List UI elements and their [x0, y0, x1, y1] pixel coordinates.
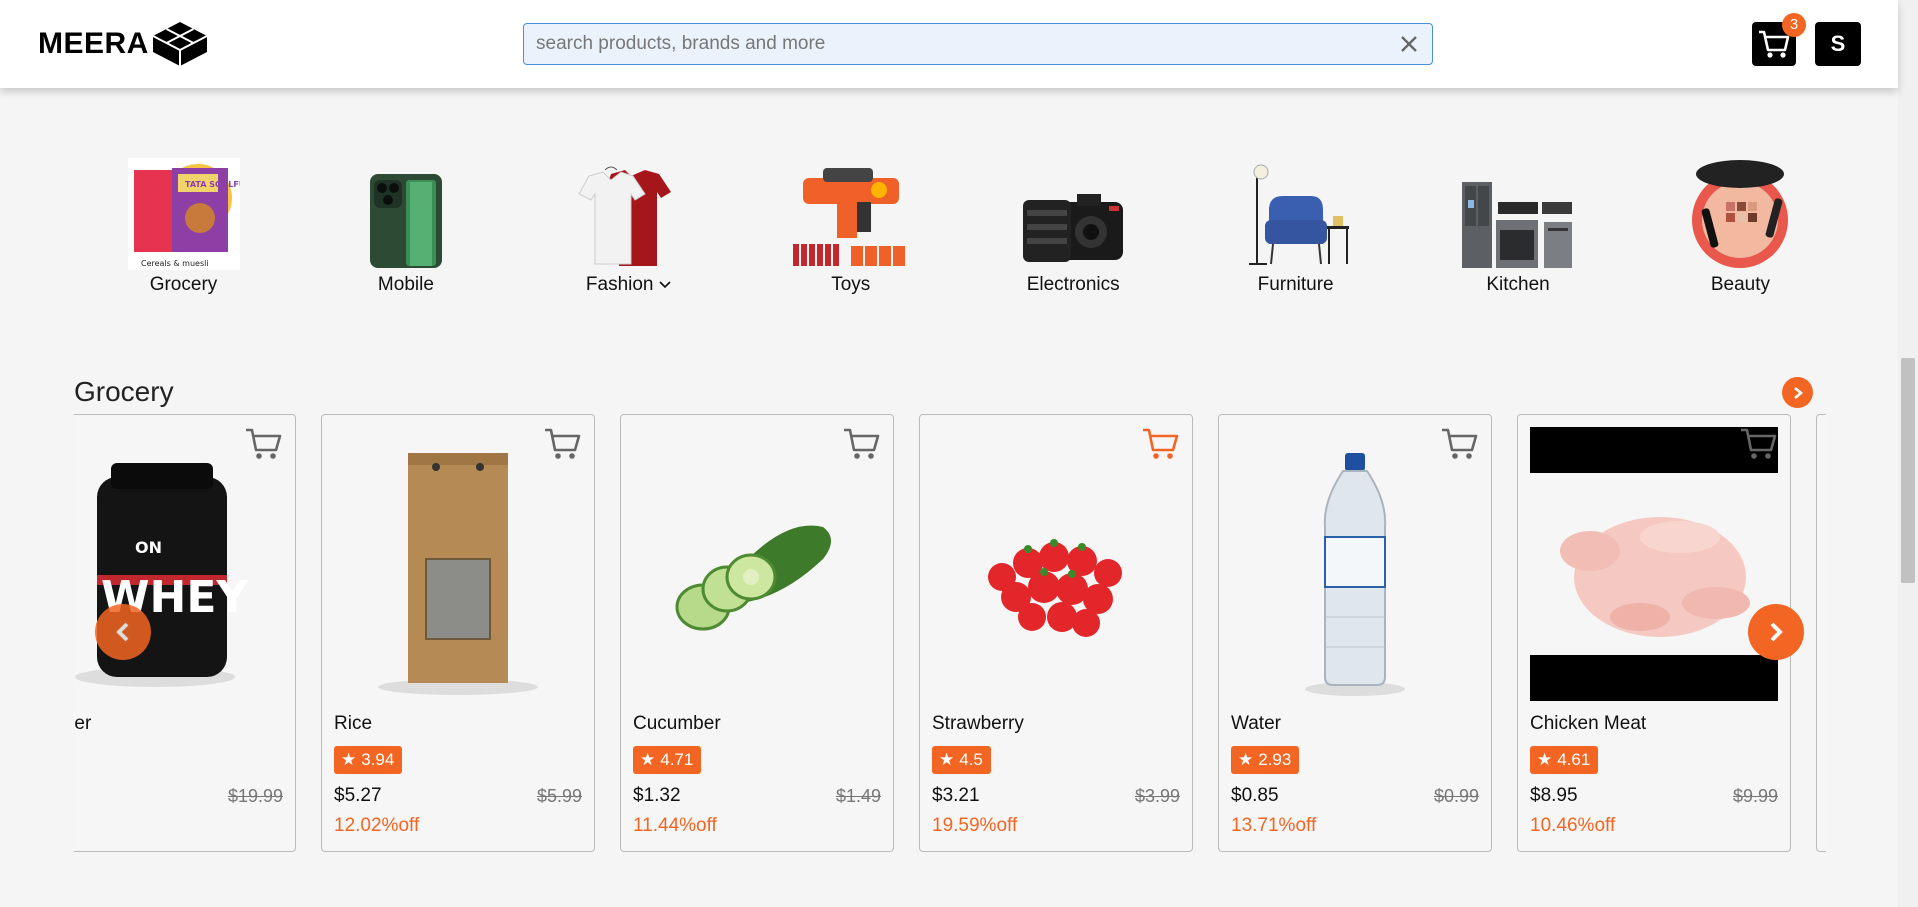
- category-strip: TATA SOULFULL Cereals & muesli Grocery M…: [74, 150, 1850, 300]
- rating-badge: ★ 3.94: [334, 746, 403, 774]
- grocery-caption: Cereals & muesli: [141, 259, 209, 268]
- logo-text: MEERA: [38, 27, 149, 60]
- page-scrollbar[interactable]: [1898, 0, 1918, 907]
- carousel-prev-button[interactable]: [95, 604, 151, 660]
- category-label: Kitchen: [1486, 274, 1550, 295]
- see-all-button[interactable]: [1782, 377, 1813, 408]
- product-name: Cucumber: [633, 713, 721, 734]
- discount-text: 12.02%off: [334, 815, 420, 836]
- furniture-image: [1236, 150, 1356, 270]
- product-image: [633, 427, 881, 707]
- category-label: Mobile: [377, 274, 434, 295]
- product-price: $0.85: [1231, 785, 1279, 806]
- rating-value: 3.94: [361, 750, 395, 769]
- rating-badge: ★ 4.71: [633, 746, 702, 774]
- category-fashion[interactable]: Fashion: [519, 150, 738, 300]
- category-label: Toys: [831, 274, 871, 295]
- original-price: $3.99: [1134, 786, 1180, 806]
- chevron-right-icon: [1770, 622, 1783, 642]
- rating-value: 4.5: [959, 750, 983, 769]
- makeup-image: [1680, 150, 1800, 270]
- shirts-image: [568, 150, 688, 270]
- original-price: $19.99: [227, 786, 283, 806]
- product-image: [932, 427, 1180, 707]
- logo[interactable]: MEERA: [38, 20, 209, 68]
- camera-image: [1013, 150, 1133, 270]
- appliances-image: [1458, 150, 1578, 270]
- category-kitchen[interactable]: Kitchen: [1409, 150, 1628, 300]
- product-price: $1.32: [633, 785, 681, 806]
- original-price: $0.99: [1433, 786, 1479, 806]
- scrollbar-thumb[interactable]: [1901, 358, 1915, 583]
- chevron-down-icon[interactable]: [659, 280, 671, 290]
- tub-brand-text: ON: [135, 538, 162, 557]
- rating-value: 4.71: [660, 750, 694, 769]
- product-card[interactable]: Ju ★ $ 5: [1816, 414, 1826, 852]
- rating-badge: ★ 2.93: [1231, 746, 1300, 774]
- star-icon: ★: [341, 750, 357, 769]
- category-label: Grocery: [149, 274, 218, 295]
- category-label: Beauty: [1710, 274, 1771, 295]
- star-icon: ★: [1238, 750, 1254, 769]
- product-image: [334, 427, 582, 707]
- product-name: Rice: [334, 713, 373, 734]
- product-image: [1231, 427, 1479, 707]
- category-label: Furniture: [1257, 274, 1334, 295]
- redacted-block: [1530, 655, 1778, 701]
- product-carousel: ON WHEY n Powder ★ $19.99 ff: [74, 414, 1826, 854]
- category-toys[interactable]: Toys: [741, 150, 960, 300]
- rating-badge: ★ 4.61: [1530, 746, 1599, 774]
- rating-value: 4.61: [1557, 750, 1591, 769]
- original-price: $1.49: [835, 786, 881, 806]
- chevron-left-icon: [116, 622, 129, 642]
- close-icon[interactable]: [1396, 31, 1422, 57]
- rating-value: 2.93: [1258, 750, 1292, 769]
- category-furniture[interactable]: Furniture: [1186, 150, 1405, 300]
- category-label: Electronics: [1026, 274, 1120, 295]
- category-label-text: Fashion: [585, 274, 654, 295]
- section-title: Grocery: [74, 376, 174, 407]
- product-image: ON WHEY: [74, 427, 283, 707]
- cart-button[interactable]: 3: [1752, 13, 1806, 66]
- search-input[interactable]: [524, 24, 1368, 64]
- product-name: Chicken Meat: [1530, 713, 1647, 734]
- search-box: [523, 23, 1433, 65]
- chevron-right-icon: [1793, 386, 1803, 399]
- phone-image: [346, 150, 466, 270]
- category-mobile[interactable]: Mobile: [296, 150, 515, 300]
- star-icon: ★: [939, 750, 955, 769]
- product-card[interactable]: Strawberry ★ 4.5 $3.21 $3.99 19.59%off: [919, 414, 1193, 852]
- discount-text: 13.71%off: [1231, 815, 1317, 836]
- product-card[interactable]: Water ★ 2.93 $0.85 $0.99 13.71%off: [1218, 414, 1492, 852]
- grocery-image: TATA SOULFULL Cereals & muesli: [124, 150, 244, 270]
- category-electronics[interactable]: Electronics: [964, 150, 1183, 300]
- carousel-track: ON WHEY n Powder ★ $19.99 ff: [74, 414, 1826, 852]
- product-card[interactable]: Rice ★ 3.94 $5.27 $5.99 12.02%off: [321, 414, 595, 852]
- product-card[interactable]: Cucumber ★ 4.71 $1.32 $1.49 11.44%off: [620, 414, 894, 852]
- category-beauty[interactable]: Beauty: [1631, 150, 1850, 300]
- product-price: $5.27: [334, 785, 382, 806]
- original-price: $9.99: [1732, 786, 1778, 806]
- cart-count-badge: 3: [1782, 13, 1806, 37]
- carousel-next-button[interactable]: [1748, 604, 1804, 660]
- grocery-pack-text: TATA SOULFULL: [185, 180, 240, 189]
- blaster-image: [791, 150, 911, 270]
- discount-text: 19.59%off: [932, 815, 1018, 836]
- discount-text: 11.44%off: [633, 815, 717, 836]
- product-price: $8.95: [1530, 785, 1578, 806]
- star-icon: ★: [1537, 750, 1553, 769]
- user-avatar-button[interactable]: S: [1815, 22, 1861, 66]
- category-label: Fashion: [586, 274, 671, 296]
- product-price: $3.21: [932, 785, 980, 806]
- product-name: n Powder: [74, 713, 92, 734]
- rating-badge: ★ 4.5: [932, 746, 991, 774]
- product-name: Strawberry: [932, 713, 1024, 734]
- category-grocery[interactable]: TATA SOULFULL Cereals & muesli Grocery: [74, 150, 293, 300]
- product-name: Water: [1231, 713, 1281, 734]
- star-icon: ★: [640, 750, 656, 769]
- logo-cube-icon: [152, 22, 208, 66]
- discount-text: 10.46%off: [1530, 815, 1616, 836]
- original-price: $5.99: [536, 786, 582, 806]
- top-header: MEERA 3 S: [0, 0, 1898, 88]
